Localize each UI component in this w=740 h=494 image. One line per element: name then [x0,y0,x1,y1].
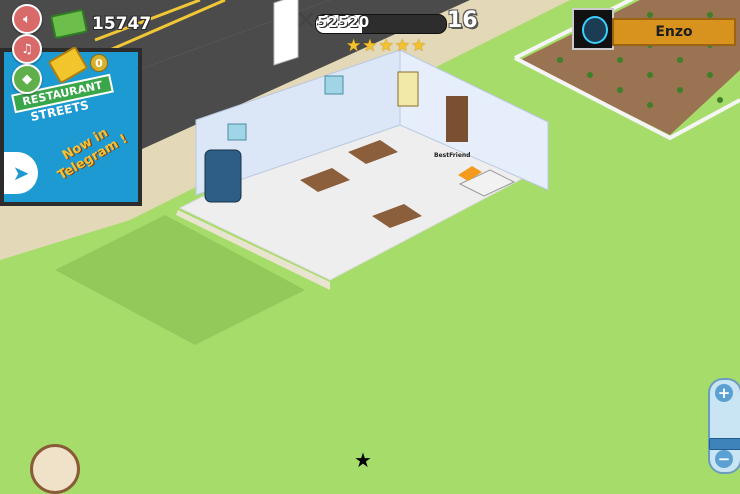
billboard-tagline: Now in Telegram ! [55,125,131,184]
level-number: 16 [447,8,478,33]
sound-toggle-button[interactable]: 🔈︎ [12,4,42,34]
wall-picture [397,71,419,107]
cash-amount: 15747 [92,14,152,34]
zoom-slider[interactable]: + − [708,378,740,474]
settings-button[interactable]: ◆ [12,64,42,94]
zoom-in-button[interactable]: + [715,384,733,402]
fork-knife-icon: ✕ [295,6,317,36]
telegram-icon: ➤ [4,152,38,194]
player-name: Enzo [612,18,736,46]
mailbox [204,149,242,203]
window-1 [227,123,247,141]
star-icon: ★ [411,36,427,56]
player-card[interactable]: Enzo [572,8,736,50]
window-2 [324,75,344,95]
avatar[interactable] [572,8,614,50]
diamond-icon: ◆ [22,71,32,87]
restaurant-rating: ★ ★ ★ ★ ★ [346,36,426,56]
gold-count: 0 [90,54,108,72]
xp-value: 52520 [317,13,370,31]
trophy-stand [446,96,468,142]
zoom-out-button[interactable]: − [715,450,733,468]
avatar-face [582,16,608,44]
zoom-handle[interactable] [709,438,740,450]
cash-display: 15747 [49,8,152,40]
star-icon: ★ [394,36,410,56]
star-icon: ★ [362,36,378,56]
star-icon[interactable]: ★ [354,448,372,472]
npc-name-tag: BestFriend [434,152,471,159]
speaker-icon: 🔈︎ [23,11,31,27]
star-icon: ★ [378,36,394,56]
star-icon: ★ [346,36,362,56]
xp-panel: ✕ 52520 16 [295,6,480,40]
music-note-icon: ♫ [21,41,33,57]
compass-icon[interactable] [30,444,80,494]
music-toggle-button[interactable]: ♫ [12,34,42,64]
money-icon [49,8,89,40]
